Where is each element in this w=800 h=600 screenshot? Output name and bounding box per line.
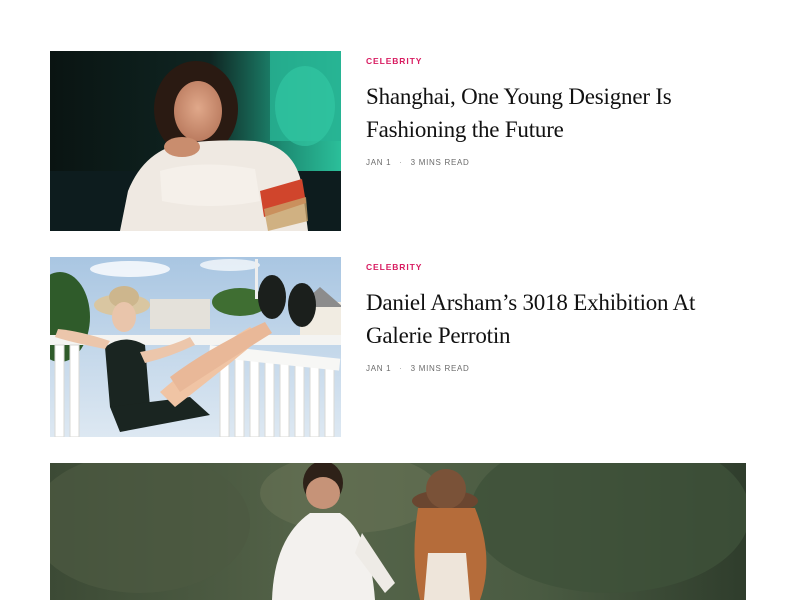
category-link[interactable]: Celebrity (366, 262, 422, 272)
article-meta: Celebrity Daniel Arsham’s 3018 Exhibitio… (366, 257, 750, 373)
byline-separator: · (399, 158, 403, 167)
byline-separator: · (399, 364, 403, 373)
read-time: 3 Mins Read (410, 364, 470, 373)
article-thumbnail[interactable] (50, 51, 341, 231)
category-link[interactable]: Celebrity (366, 56, 422, 66)
couple-walking-in-forest-photo (50, 463, 746, 600)
article-byline: Jan 1 · 3 Mins Read (366, 364, 750, 373)
article-title[interactable]: Daniel Arsham’s 3018 Exhibition At Galer… (366, 286, 750, 352)
publish-date: Jan 1 (366, 364, 392, 373)
article-thumbnail[interactable] (50, 257, 341, 437)
woman-in-sweater-photo (50, 51, 341, 231)
read-time: 3 Mins Read (410, 158, 470, 167)
article-byline: Jan 1 · 3 Mins Read (366, 158, 750, 167)
article-card: Celebrity Daniel Arsham’s 3018 Exhibitio… (50, 257, 750, 437)
publish-date: Jan 1 (366, 158, 392, 167)
article-card: Celebrity Shanghai, One Young Designer I… (50, 51, 750, 231)
article-meta: Celebrity Shanghai, One Young Designer I… (366, 51, 750, 167)
article-title[interactable]: Shanghai, One Young Designer Is Fashioni… (366, 80, 750, 146)
woman-on-balcony-photo (50, 257, 341, 437)
featured-article-image[interactable] (50, 463, 746, 600)
